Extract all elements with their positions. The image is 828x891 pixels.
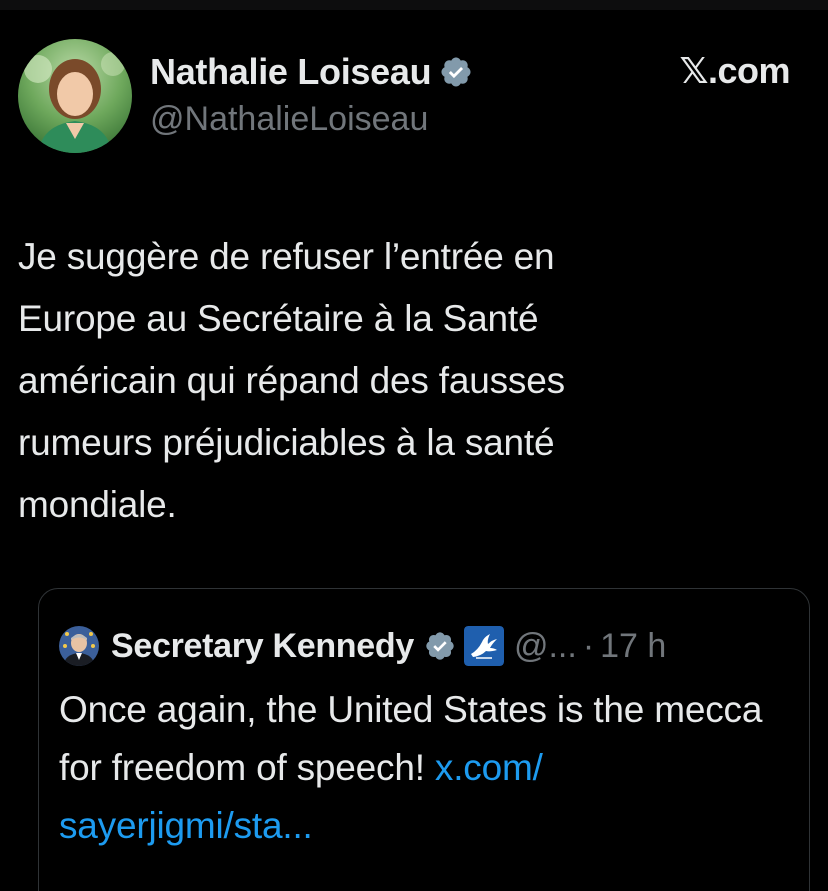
quoted-author-name[interactable]: Secretary Kennedy — [111, 627, 414, 666]
quoted-author-avatar[interactable] — [59, 626, 99, 666]
author-name: Nathalie Loiseau — [150, 51, 432, 92]
avatar-photo-icon — [18, 39, 132, 153]
verified-badge-icon — [441, 57, 471, 87]
author-name-row[interactable]: Nathalie Loiseau — [150, 50, 473, 94]
verified-badge-icon — [426, 632, 454, 660]
quoted-author-handle[interactable]: @... — [514, 627, 577, 666]
author-handle[interactable]: @NathalieLoiseau — [150, 100, 428, 139]
quoted-tweet-text: Once again, the United States is the mec… — [59, 689, 763, 788]
hhs-eagle-icon — [463, 626, 504, 666]
quoted-tweet-card[interactable]: Secretary Kennedy @... · 17 h Once again… — [38, 588, 810, 891]
author-avatar[interactable] — [18, 39, 132, 153]
quoted-tweet-text-block: Once again, the United States is the mec… — [59, 681, 779, 855]
x-brand-logo[interactable]: 𝕏.com — [679, 50, 790, 92]
tweet-text: Je suggère de refuser l’entrée en Europe… — [18, 236, 565, 525]
quoted-avatar-photo-icon — [59, 626, 99, 666]
top-bar — [0, 0, 828, 10]
quoted-timestamp[interactable]: 17 h — [600, 627, 666, 666]
quoted-tweet-header: Secretary Kennedy @... · 17 h — [59, 621, 666, 671]
quoted-separator: · — [582, 626, 595, 665]
tweet-screenshot: Nathalie Loiseau @NathalieLoiseau 𝕏.com … — [0, 0, 828, 891]
